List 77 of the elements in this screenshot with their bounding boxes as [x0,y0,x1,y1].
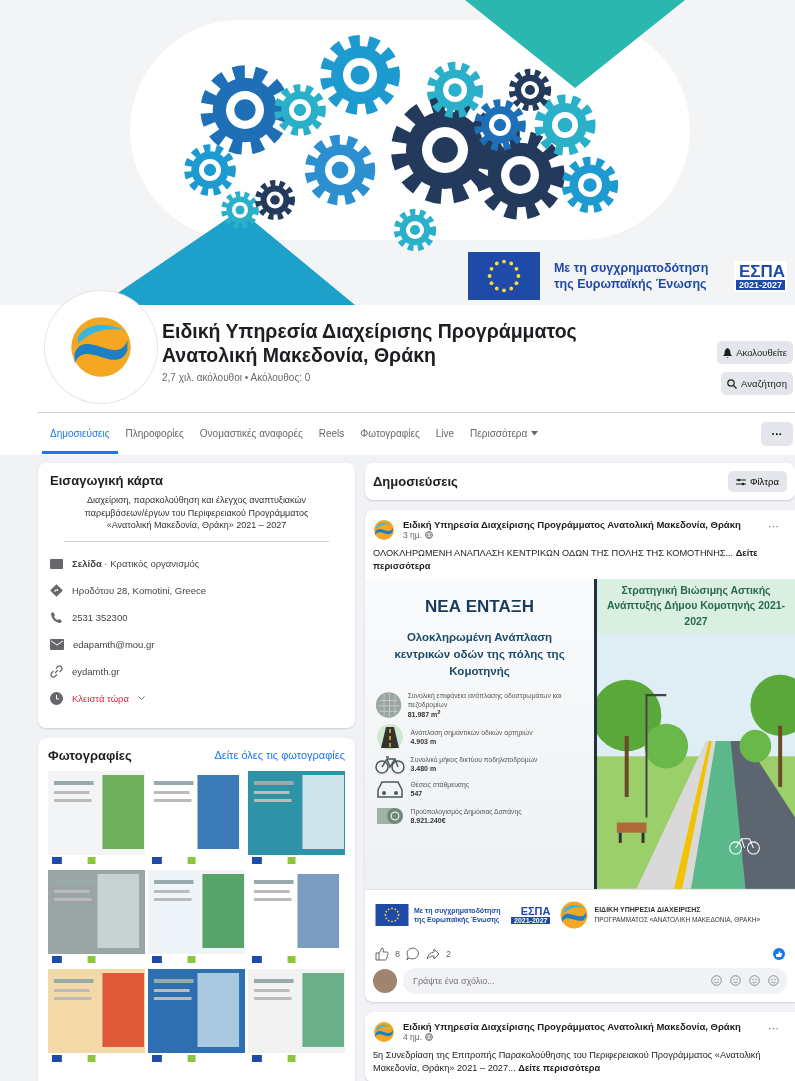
like-count: 8 [395,948,400,959]
envelope-icon [50,638,64,650]
photo-thumbnail[interactable] [48,770,145,867]
following-button[interactable]: Ακολουθείτε [717,341,793,364]
posts-title: Δημοσιεύσεις [373,474,458,489]
photo-thumbnail[interactable] [48,968,145,1065]
bell-icon [723,347,733,358]
comment-field[interactable]: Γράψτε ένα σχόλιο... [403,967,787,994]
page-tab[interactable]: Φωτογραφίες [352,414,428,454]
logo-icon [559,899,590,930]
cofunding-text: Με τη συγχρηματοδότηση της Ευρωπαϊκής Ένωσης [553,259,710,293]
page-tab[interactable]: Περισσότερα [462,414,547,454]
espa-logo-text: ΕΣΠΑ [738,262,785,280]
post-time[interactable]: 4 ημ. [403,1031,423,1042]
smiley-icon[interactable] [730,974,741,986]
poster-title: Ολοκληρωμένη Ανάπλαση κεντρικών οδών της πόλης της Κομοτηνής [393,629,566,680]
photos-title: Φωτογραφίες [48,747,132,763]
share-count: 2 [446,948,452,959]
globe-icon [425,531,434,539]
link-icon [50,664,63,678]
direction-sign-icon [50,583,63,597]
like-icon[interactable] [375,946,389,961]
phone-icon [50,610,63,624]
post-author[interactable]: Ειδική Υπηρεσία Διαχείρισης Προγράμματος Ανατολική Μακεδονία, Θράκη [403,1020,741,1032]
eu-flag-icon [375,903,409,926]
globe-icon [425,1032,434,1041]
clock-icon [50,691,63,705]
photo-thumbnail[interactable] [48,869,145,966]
folder-icon [50,557,63,569]
intro-bio: Διαχείριση, παρακολούθηση και έλεγχος αναπτυξιακών παρεμβάσεων/έργων του Περιφερειακού Προγράμματος «Ανατολική Μακεδονία, Θράκη» 2021 – 2027 [64,494,329,542]
intro-title: Εισαγωγική κάρτα [50,473,164,488]
post-options-button[interactable]: ··· [762,519,785,533]
user-avatar [373,968,397,993]
page-tab[interactable]: Πληροφορίες [117,414,192,454]
follower-stats: 2,7 χιλ. ακόλουθοι • Ακόλουθος: 0 [162,371,312,383]
intro-detail: Ηροδότου 28, Komotini, Greece [72,584,206,596]
poster-heading: Στρατηγική Βιώσιμης Αστικής Ανάπτυξης Δήμου Κομοτηνής 2021-2027 [597,578,795,634]
car-icon [374,778,405,801]
chevron-icon [138,695,145,701]
share-icon[interactable] [426,946,440,961]
intro-detail: 2531 352300 [72,611,128,623]
logo-icon [373,519,395,541]
photo-thumbnail[interactable] [248,770,345,867]
intro-detail[interactable]: eydamth.gr [72,665,120,677]
photo-thumbnail[interactable] [148,869,245,966]
post-image[interactable] [365,578,795,940]
page-tab[interactable]: Ονομαστικές αναφορές [191,414,311,454]
post-time[interactable]: 3 ημ. [403,530,423,540]
comment-icon[interactable] [406,946,420,961]
sliders-icon [735,477,746,486]
search-button[interactable]: Αναζήτηση [721,372,793,395]
road-icon [374,724,405,751]
bicycle-icon [374,754,405,775]
logo-icon [373,1020,395,1043]
intro-detail: Σελίδα · Κρατικός οργανισμός [72,557,200,569]
more-options-button[interactable]: ··· [761,422,793,446]
page-tab[interactable]: Live [427,414,463,454]
post-author[interactable]: Ειδική Υπηρεσία Διαχείρισης Προγράμματος Ανατολική Μακεδονία, Θράκη [403,519,741,530]
see-all-photos-link[interactable]: Δείτε όλες τις φωτογραφίες [214,749,345,762]
post-text: 5η Συνεδρίαση της Επιτροπής Παρακολούθησης του Περιφερειακού Προγράμματος «Ανατολική Μακεδονία, Θράκη» 2021 – 2027... Δείτε περισσότερα [372,1048,762,1076]
poster-headline: ΝΕΑ ΕΝΤΑΞΗ [425,596,534,617]
photo-thumbnail[interactable] [148,968,245,1065]
photo-thumbnail[interactable] [248,968,345,1065]
like-reaction-icon [773,947,785,960]
espa-logo-text: ΕΣΠΑ [520,905,551,917]
post-text: ΟΛΟΚΛΗΡΩΜΕΝΗ ΑΝΑΠΛΑΣΗ ΚΕΝΤΡΙΚΩΝ ΟΔΩΝ ΤΗΣ ΠΟΛΗΣ ΤΗΣ ΚΟΜΟΤΗΝΗΣ... Δείτε περισσότερα [372,547,759,574]
logo-icon [68,314,134,380]
paving-icon [374,690,402,721]
page-tab[interactable]: Reels [310,414,353,454]
intro-detail: edapamth@mou.gr [73,638,155,650]
emoji-icon[interactable] [711,974,722,986]
search-icon [727,378,738,389]
intro-detail[interactable]: Κλειστά τώρα [72,692,129,704]
page-name: Ειδική Υπηρεσία Διαχείρισης Προγράμματος Ανατολική Μακεδονία, Θράκη [162,320,578,368]
filter-button[interactable]: Φίλτρα [727,471,787,492]
post-options-button[interactable]: ··· [762,1020,785,1035]
espa-years: 2021-2027 [735,279,785,290]
